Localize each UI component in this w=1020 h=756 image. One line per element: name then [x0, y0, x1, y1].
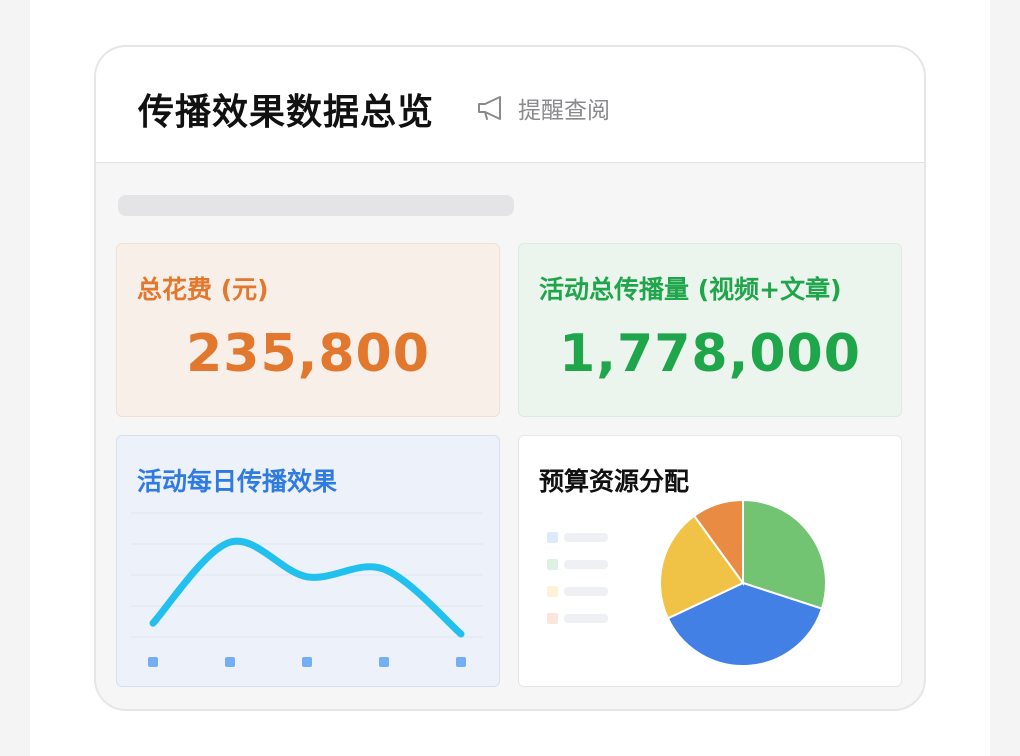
page-title: 传播效果数据总览 — [138, 92, 435, 133]
card-header: 传播效果数据总览 提醒查阅 — [96, 47, 924, 163]
total-spend-value: 235,800 — [186, 324, 430, 384]
total-spend-tile: 总花费 (元) 235,800 — [116, 243, 500, 417]
x-axis-marker — [225, 657, 235, 667]
budget-tile: 预算资源分配 — [518, 435, 902, 687]
page-background: 传播效果数据总览 提醒查阅 总花费 (元) 235,800 活动总传播量 (视频… — [30, 0, 990, 756]
x-axis-marker — [302, 657, 312, 667]
x-axis-marker — [148, 657, 158, 667]
overview-card: 传播效果数据总览 提醒查阅 总花费 (元) 235,800 活动总传播量 (视频… — [94, 45, 926, 711]
remind-button[interactable]: 提醒查阅 — [476, 91, 610, 125]
total-reach-label: 活动总传播量 (视频+文章) — [539, 275, 842, 304]
total-reach-value: 1,778,000 — [559, 324, 861, 384]
remind-label: 提醒查阅 — [518, 98, 610, 124]
x-axis-marker — [379, 657, 389, 667]
megaphone-icon — [478, 96, 501, 120]
total-reach-tile: 活动总传播量 (视频+文章) 1,778,000 — [518, 243, 902, 417]
x-axis-marker — [456, 657, 466, 667]
placeholder-bar — [118, 195, 514, 216]
daily-line-chart — [131, 512, 483, 667]
daily-effect-tile: 活动每日传播效果 — [116, 435, 500, 687]
total-spend-label: 总花费 (元) — [137, 275, 269, 304]
daily-series-line — [149, 537, 465, 638]
budget-pie-chart — [659, 498, 827, 667]
